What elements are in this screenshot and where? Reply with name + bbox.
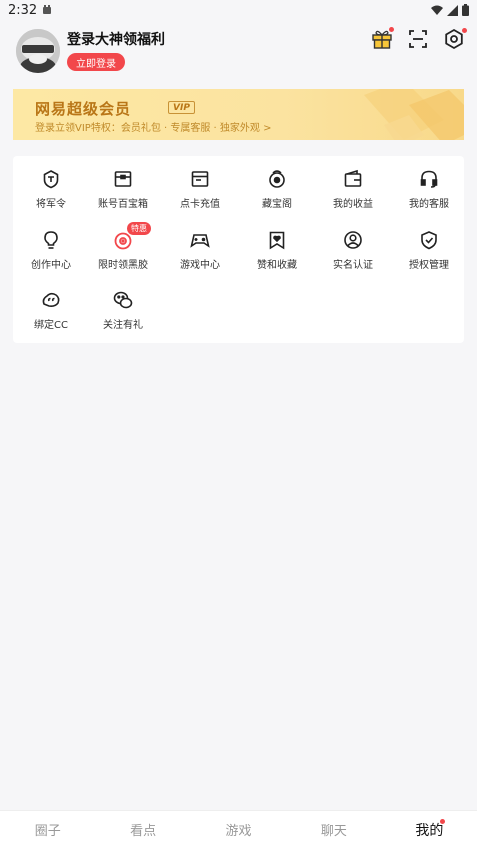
app-notification-icon bbox=[42, 5, 52, 15]
login-title[interactable]: 登录大神领福利 bbox=[67, 29, 165, 49]
login-button[interactable]: 立即登录 bbox=[67, 53, 125, 71]
settings-badge-dot bbox=[462, 28, 467, 33]
tab-mine-label: 我的 bbox=[415, 822, 444, 839]
service-item-game-center[interactable]: 游戏中心 bbox=[162, 217, 238, 277]
bookmark-heart-icon bbox=[266, 229, 288, 251]
wechat-icon bbox=[112, 289, 134, 311]
profile-header: 登录大神领福利 立即登录 bbox=[0, 26, 477, 78]
vip-subtitle: 登录立领VIP特权：会员礼包 · 专属客服 · 独家外观 > bbox=[35, 123, 272, 134]
vip-banner[interactable]: 网易超级会员 VIP 登录立领VIP特权：会员礼包 · 专属客服 · 独家外观 … bbox=[13, 89, 464, 140]
tab-mine[interactable]: 我的 bbox=[382, 811, 477, 848]
vinyl-record-icon: 特惠 bbox=[112, 222, 151, 251]
card-recharge-icon bbox=[189, 168, 211, 190]
headset-icon bbox=[418, 168, 440, 190]
shield-check-icon bbox=[418, 229, 440, 251]
status-time: 2:32 bbox=[8, 2, 38, 18]
service-item-jiangjunling[interactable]: 将军令 bbox=[13, 156, 89, 216]
service-item-real-name[interactable]: 实名认证 bbox=[315, 217, 391, 277]
gift-badge-dot bbox=[389, 27, 394, 32]
gamepad-icon bbox=[189, 229, 211, 251]
service-item-treasure-pavilion[interactable]: 藏宝阁 bbox=[239, 156, 315, 216]
service-grid: 将军令 账号百宝箱 点卡充值 藏宝阁 我的收益 我的客服 创作中心 特惠 限时领… bbox=[13, 156, 464, 343]
service-item-authorization[interactable]: 授权管理 bbox=[391, 217, 467, 277]
tab-mine-badge-dot bbox=[440, 819, 446, 824]
person-circle-icon bbox=[342, 229, 364, 251]
scan-icon[interactable] bbox=[407, 28, 429, 50]
service-item-creator-center[interactable]: 创作中心 bbox=[13, 217, 89, 277]
service-item-follow-gift[interactable]: 关注有礼 bbox=[85, 277, 161, 337]
service-item-bind-cc[interactable]: 绑定CC bbox=[13, 277, 89, 337]
tab-highlights[interactable]: 看点 bbox=[95, 811, 190, 848]
wifi-icon bbox=[431, 5, 443, 16]
service-item-vinyl[interactable]: 特惠 限时领黑胶 bbox=[85, 217, 161, 277]
tab-games[interactable]: 游戏 bbox=[191, 811, 286, 848]
service-item-likes-favorites[interactable]: 赞和收藏 bbox=[239, 217, 315, 277]
special-offer-badge: 特惠 bbox=[127, 222, 151, 235]
cc-link-icon bbox=[40, 289, 62, 311]
service-item-customer-service[interactable]: 我的客服 bbox=[391, 156, 467, 216]
token-shield-icon bbox=[40, 168, 62, 190]
wallet-icon bbox=[342, 168, 364, 190]
service-item-my-earnings[interactable]: 我的收益 bbox=[315, 156, 391, 216]
battery-icon bbox=[462, 4, 469, 16]
status-bar: 2:32 bbox=[0, 0, 477, 20]
vip-decoration-icon bbox=[364, 89, 464, 140]
tab-chat[interactable]: 聊天 bbox=[286, 811, 381, 848]
vip-title: 网易超级会员 bbox=[35, 100, 132, 118]
treasure-box-icon bbox=[112, 168, 134, 190]
tab-circles[interactable]: 圈子 bbox=[0, 811, 95, 848]
treasure-pavilion-icon bbox=[266, 168, 288, 190]
signal-icon bbox=[447, 4, 458, 16]
bottom-nav: 圈子 看点 游戏 聊天 我的 bbox=[0, 810, 477, 848]
service-item-account-box[interactable]: 账号百宝箱 bbox=[85, 156, 161, 216]
lightbulb-icon bbox=[40, 229, 62, 251]
avatar[interactable] bbox=[16, 29, 60, 73]
vip-badge: VIP bbox=[168, 101, 195, 114]
settings-icon[interactable] bbox=[443, 28, 467, 50]
gift-icon[interactable] bbox=[371, 27, 394, 50]
service-item-card-recharge[interactable]: 点卡充值 bbox=[162, 156, 238, 216]
